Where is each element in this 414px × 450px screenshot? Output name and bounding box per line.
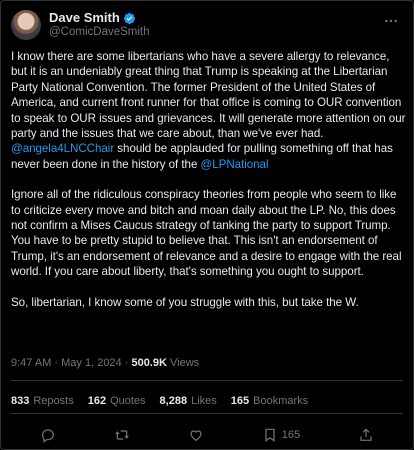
share-button[interactable] [358,427,374,443]
tweet-paragraph-1: I know there are some libertarians who h… [11,49,407,172]
action-bar: 165 [11,427,403,443]
tweet-meta: 9:47 AM · May 1, 2024 · 500.9K Views [11,357,199,369]
views-count: 500.9K [131,357,167,369]
bookmark-count: 165 [281,429,301,441]
share-icon [360,428,372,441]
name-row: Dave Smith [49,11,150,25]
likes-stat[interactable]: 8,288 Likes [160,395,217,407]
divider [11,413,403,414]
quotes-stat[interactable]: 162 Quotes [88,395,146,407]
verified-badge-icon [123,12,135,24]
tweet-header: Dave Smith @ComicDaveSmith [11,10,150,40]
tweet-card: Dave Smith @ComicDaveSmith I know there … [0,0,414,450]
reply-icon [42,429,54,443]
divider [11,380,403,381]
author-handle[interactable]: @ComicDaveSmith [49,25,150,39]
timestamp[interactable]: 9:47 AM · May 1, 2024 · [11,357,131,369]
tweet-text: I know there are some libertarians who h… [11,50,406,141]
heart-icon [190,430,202,442]
reposts-stat[interactable]: 833 Reposts [11,395,74,407]
avatar[interactable] [11,10,41,40]
bookmark-icon [265,428,275,442]
tweet-paragraph-2: Ignore all of the ridiculous conspiracy … [11,188,402,279]
tweet-paragraph-3: So, libertarian, I know some of you stru… [11,295,359,309]
reply-button[interactable] [40,427,56,443]
views-label: Views [166,357,200,369]
bookmark-button[interactable]: 165 [262,427,300,443]
author-block: Dave Smith @ComicDaveSmith [49,11,150,39]
author-name[interactable]: Dave Smith [49,11,120,25]
more-options-icon[interactable] [383,13,399,29]
repost-button[interactable] [114,427,130,443]
repost-icon [115,430,129,440]
tweet-body: I know there are some libertarians who h… [11,49,407,325]
tweet-stats: 833 Reposts 162 Quotes 8,288 Likes 165 Bookm… [11,395,308,407]
bookmarks-stat[interactable]: 165 Bookmarks [231,395,308,407]
mention-link[interactable]: @LPNational [201,158,269,171]
like-button[interactable] [188,427,204,443]
mention-link[interactable]: @angela4LNCChair [11,142,114,155]
